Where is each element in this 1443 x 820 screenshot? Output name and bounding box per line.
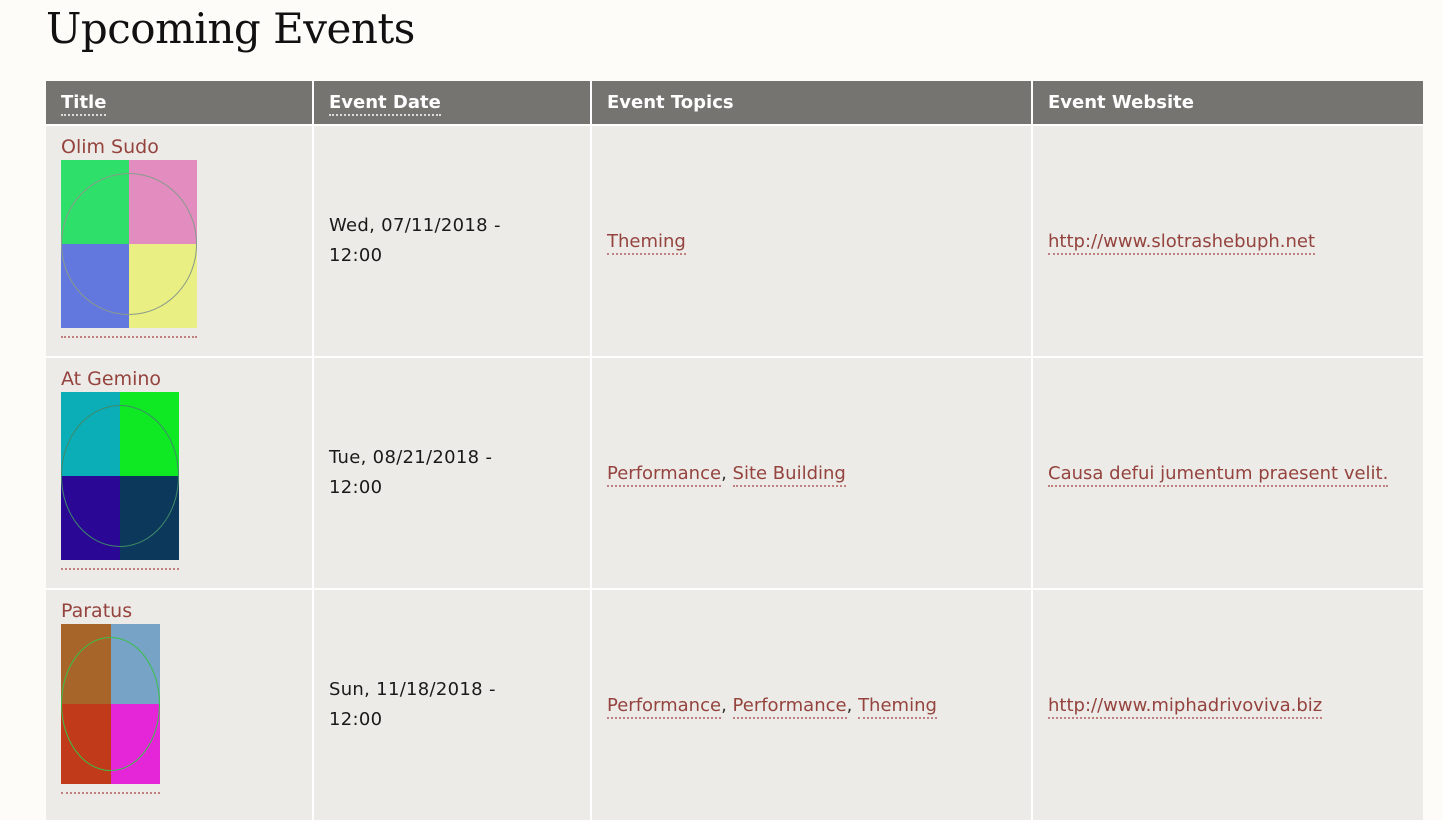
event-image-link[interactable] bbox=[61, 392, 179, 570]
date-cell: Wed, 07/11/2018 - 12:00 bbox=[313, 124, 592, 357]
event-website-link[interactable]: Causa defui jumentum praesent velit. bbox=[1048, 462, 1389, 487]
sort-date-link[interactable]: Event Date bbox=[329, 92, 441, 116]
event-date: Sun, 11/18/2018 - bbox=[329, 679, 496, 700]
sort-title-link[interactable]: Title bbox=[61, 92, 107, 116]
topic-link[interactable]: Performance bbox=[607, 694, 722, 719]
column-header-topics: Event Topics bbox=[591, 81, 1033, 125]
event-thumbnail-image bbox=[61, 160, 197, 328]
date-cell: Tue, 08/21/2018 - 12:00 bbox=[313, 356, 592, 589]
event-title: Paratus bbox=[61, 600, 133, 622]
event-thumbnail-image bbox=[61, 392, 179, 560]
table-header: Title Event Date Event Topics Event Webs… bbox=[46, 81, 1423, 125]
date-cell: Sun, 11/18/2018 - 12:00 bbox=[313, 588, 592, 820]
event-time: 12:00 bbox=[329, 245, 383, 266]
event-time: 12:00 bbox=[329, 709, 383, 730]
event-title: Olim Sudo bbox=[61, 136, 159, 158]
topic-link[interactable]: Theming bbox=[607, 230, 686, 255]
topic-separator: , bbox=[721, 462, 733, 484]
column-header-website: Event Website bbox=[1032, 81, 1423, 125]
title-cell: Olim Sudo bbox=[46, 124, 314, 357]
website-cell: http://www.miphadrivoviva.biz bbox=[1032, 588, 1423, 820]
website-header-label: Event Website bbox=[1048, 92, 1194, 113]
table-row: Olim Sudo Wed, 07/11/2018 - 12:00 Theming ht… bbox=[46, 124, 1423, 357]
title-cell: At Gemino bbox=[46, 356, 314, 589]
event-website-link[interactable]: http://www.slotrashebuph.net bbox=[1048, 230, 1316, 255]
event-website-link[interactable]: http://www.miphadrivoviva.biz bbox=[1048, 694, 1323, 719]
topics-cell: Theming bbox=[591, 124, 1033, 357]
topics-cell: Performance, Performance, Theming bbox=[591, 588, 1033, 820]
topic-link[interactable]: Performance bbox=[732, 694, 847, 719]
column-header-title[interactable]: Title bbox=[46, 81, 314, 125]
topic-link[interactable]: Site Building bbox=[732, 462, 846, 487]
table-row: Paratus Sun, 11/18/2018 - 12:00 Performance… bbox=[46, 588, 1423, 820]
event-image-link[interactable] bbox=[61, 624, 160, 794]
table-body: Olim Sudo Wed, 07/11/2018 - 12:00 Theming ht… bbox=[46, 124, 1423, 820]
event-image-link[interactable] bbox=[61, 160, 197, 338]
event-title-link[interactable]: Olim Sudo bbox=[61, 136, 197, 338]
website-cell: Causa defui jumentum praesent velit. bbox=[1032, 356, 1423, 589]
topic-separator: , bbox=[846, 694, 859, 716]
topic-link[interactable]: Performance bbox=[607, 462, 722, 487]
topics-header-label: Event Topics bbox=[607, 92, 734, 113]
event-date: Wed, 07/11/2018 - bbox=[329, 215, 501, 236]
event-title-link[interactable]: Paratus bbox=[61, 600, 160, 794]
topic-separator: , bbox=[721, 694, 733, 716]
event-title-link[interactable]: At Gemino bbox=[61, 368, 179, 570]
event-title: At Gemino bbox=[61, 368, 162, 390]
website-cell: http://www.slotrashebuph.net bbox=[1032, 124, 1423, 357]
topic-link[interactable]: Theming bbox=[858, 694, 937, 719]
page-title: Upcoming Events bbox=[46, 4, 415, 53]
title-cell: Paratus bbox=[46, 588, 314, 820]
column-header-date[interactable]: Event Date bbox=[313, 81, 592, 125]
event-thumbnail-image bbox=[61, 624, 160, 784]
event-date: Tue, 08/21/2018 - bbox=[329, 447, 493, 468]
table-row: At Gemino Tue, 08/21/2018 - 12:00 Performan… bbox=[46, 356, 1423, 589]
topics-cell: Performance, Site Building bbox=[591, 356, 1033, 589]
events-table: Title Event Date Event Topics Event Webs… bbox=[46, 81, 1423, 820]
event-time: 12:00 bbox=[329, 477, 383, 498]
